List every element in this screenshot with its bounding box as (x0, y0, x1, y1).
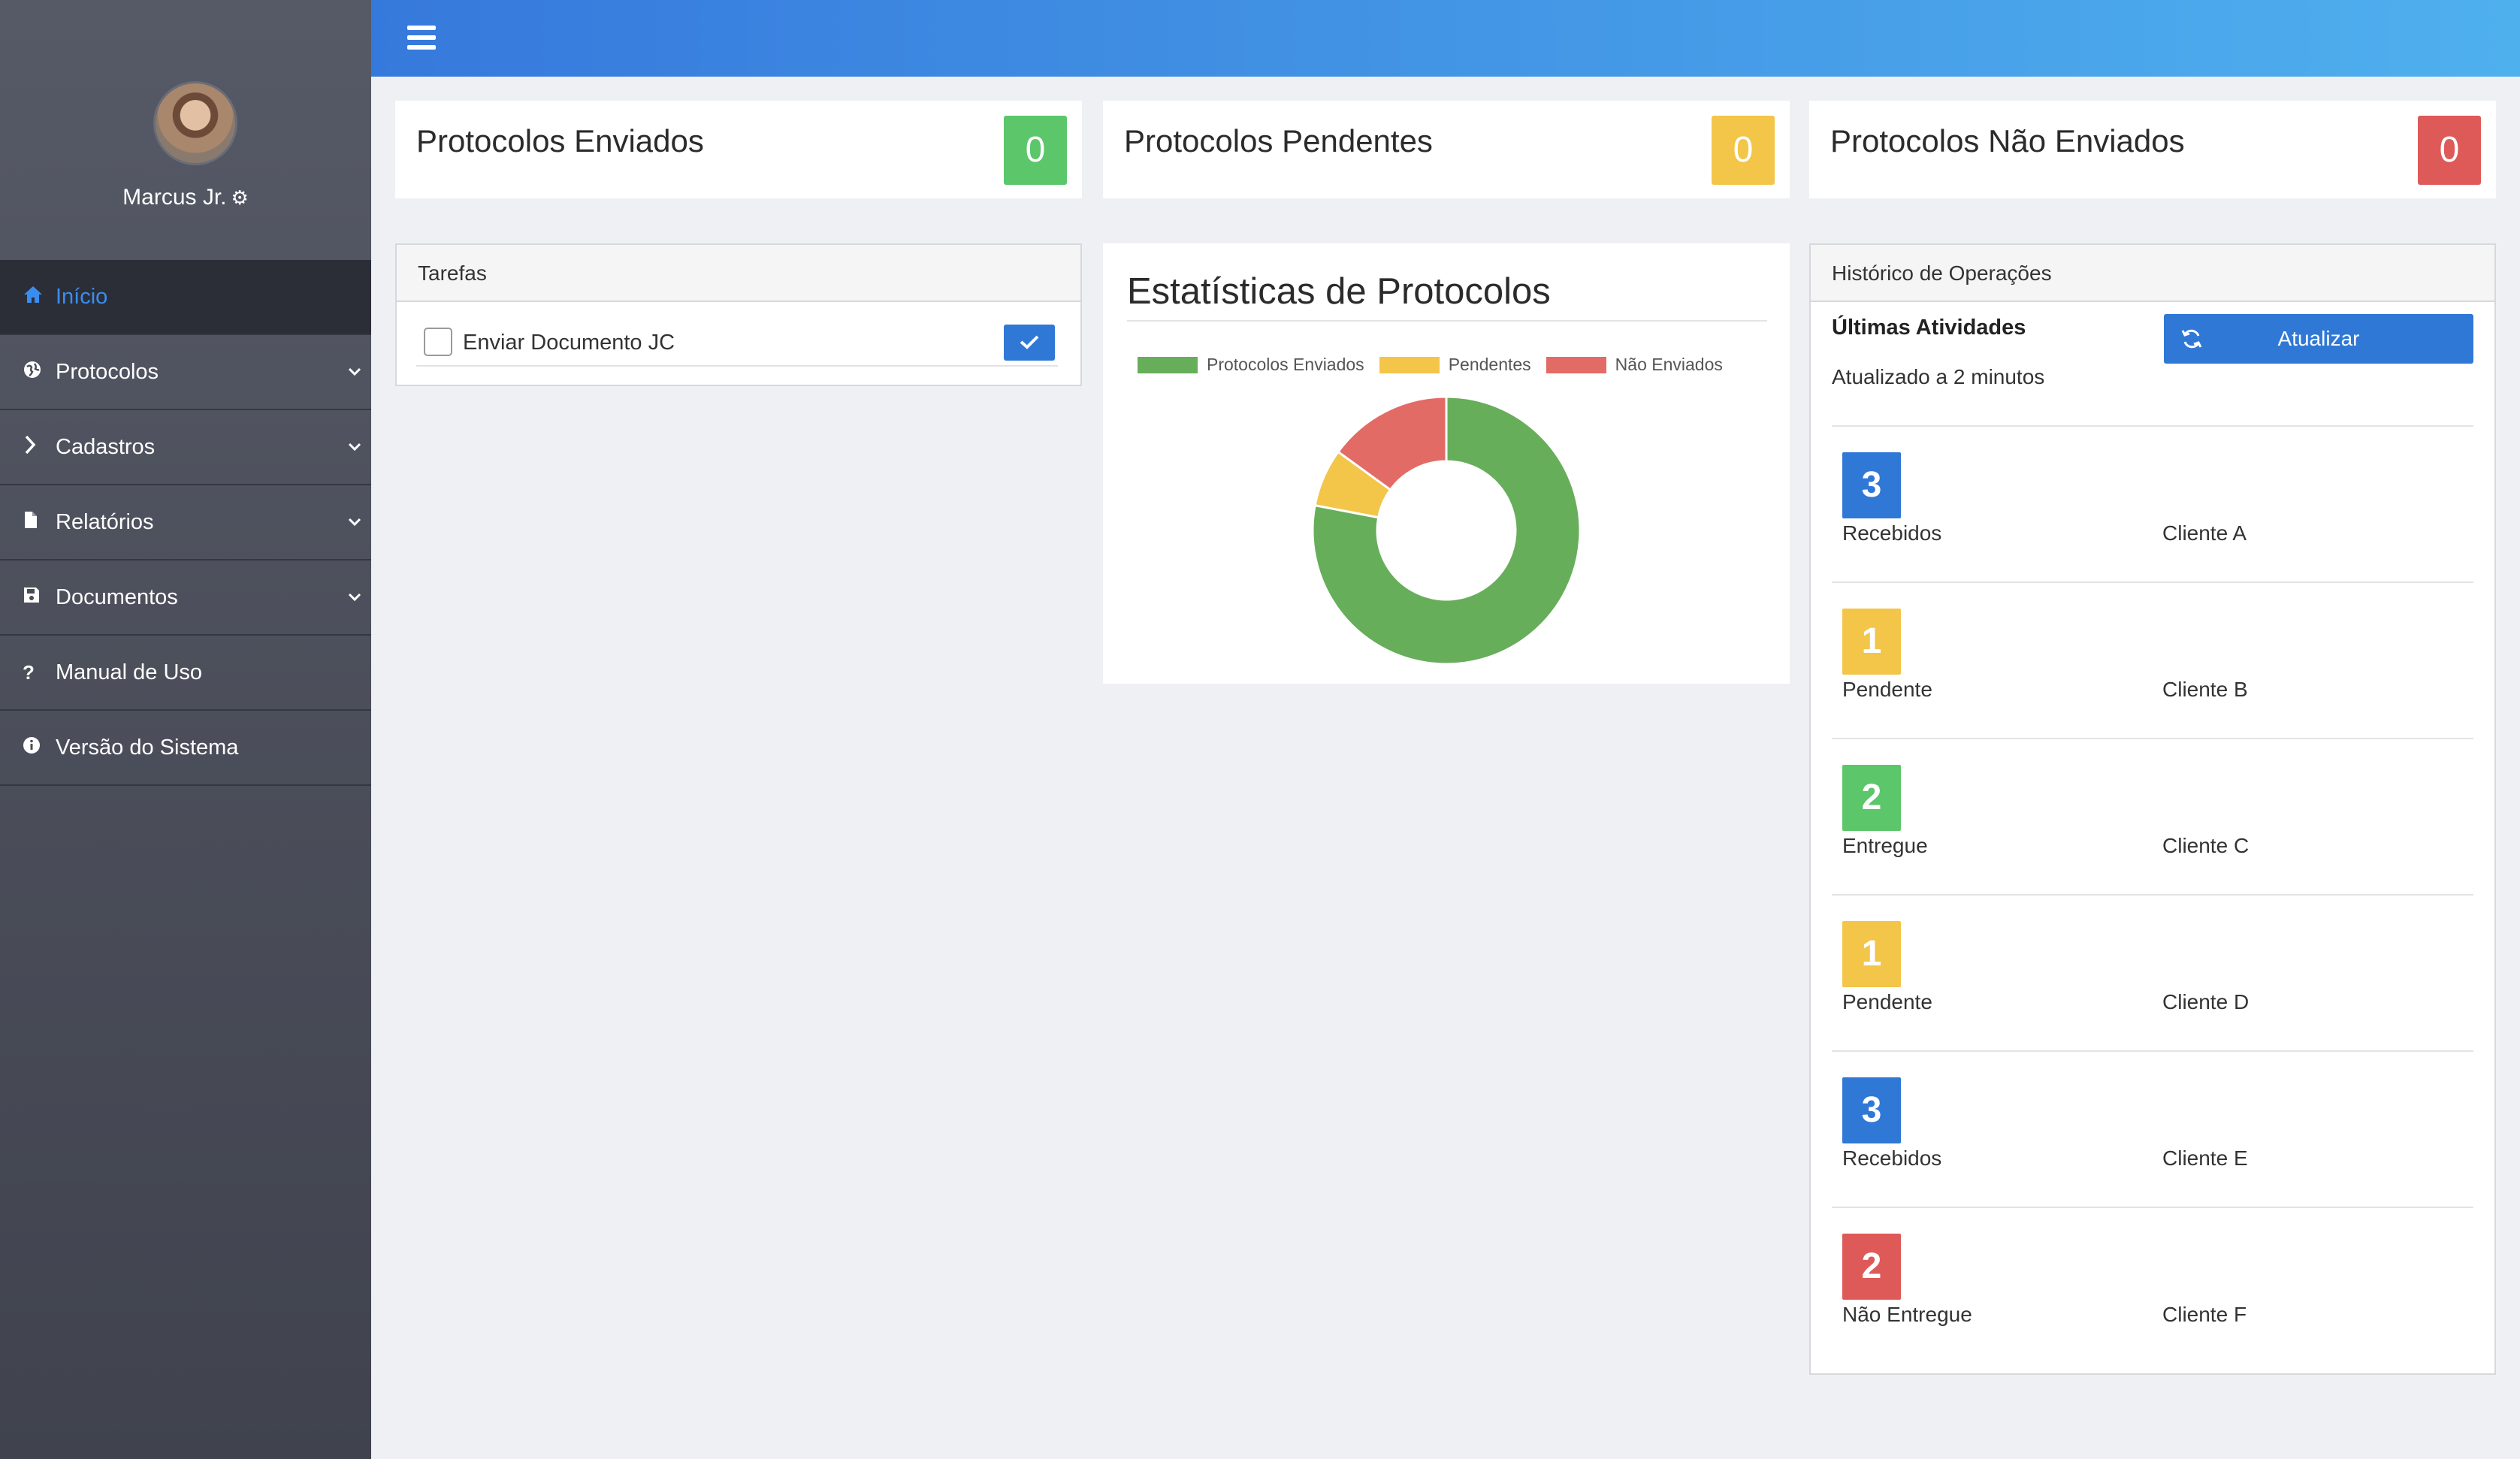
status-label: Não Entregue (1842, 1303, 1972, 1326)
stat-count-badge: 0 (1712, 116, 1775, 185)
chart-title: Estatísticas de Protocolos (1127, 271, 1551, 312)
donut-chart (1311, 395, 1582, 666)
user-name-area[interactable]: Marcus Jr. ⚙ (0, 185, 371, 210)
stat-card-nao-enviados: Protocolos Não Enviados 0 (1809, 101, 2496, 198)
home-icon (23, 285, 56, 310)
stat-card-enviados: Protocolos Enviados 0 (395, 101, 1082, 198)
file-icon (23, 510, 56, 535)
legend-label: Pendentes (1448, 355, 1531, 374)
sidebar-item-versao[interactable]: Versão do Sistema (0, 711, 371, 786)
save-icon (23, 586, 56, 609)
list-item: 2 Entregue Cliente C (1832, 738, 2473, 894)
client-label: Cliente F (2162, 1303, 2247, 1326)
stat-count-badge: 0 (2418, 116, 2481, 185)
profile-section: Marcus Jr. ⚙ (0, 0, 371, 260)
panel-title: Tarefas (397, 245, 1080, 302)
sidebar: Marcus Jr.⚙ Início Protocolos Cadastros (0, 0, 371, 1459)
chart-panel: Estatísticas de Protocolos Protocolos En… (1103, 243, 1790, 684)
status-label: Entregue (1842, 834, 1928, 857)
stat-label: Protocolos Pendentes (1124, 123, 1433, 159)
task-complete-button[interactable] (1004, 325, 1055, 361)
panel-title: Histórico de Operações (1811, 245, 2494, 302)
history-updated-text: Atualizado a 2 minutos (1832, 365, 2045, 388)
legend-swatch (1546, 356, 1606, 373)
top-bar (371, 0, 2520, 77)
sidebar-item-inicio[interactable]: Início (0, 260, 371, 335)
client-label: Cliente B (2162, 678, 2248, 701)
divider (1127, 320, 1767, 322)
list-item: 3 Recebidos Cliente A (1832, 425, 2473, 581)
sidebar-item-label: Protocolos (56, 359, 159, 384)
legend-item[interactable]: Não Enviados (1546, 355, 1723, 375)
sidebar-item-label: Manual de Uso (56, 660, 203, 684)
sidebar-item-relatorios[interactable]: Relatórios (0, 485, 371, 560)
chevron-down-icon (347, 592, 362, 603)
refresh-button-label: Atualizar (2277, 327, 2360, 350)
gear-icon[interactable]: ⚙ (231, 186, 249, 209)
chevron-down-icon (347, 517, 362, 527)
chevron-down-icon (347, 442, 362, 452)
sidebar-item-label: Relatórios (56, 509, 154, 534)
check-icon (1020, 335, 1039, 349)
sidebar-item-label: Versão do Sistema (56, 735, 239, 760)
stat-label: Protocolos Não Enviados (1830, 123, 2185, 159)
legend-item[interactable]: Pendentes (1379, 355, 1531, 375)
info-icon (23, 736, 56, 760)
chevron-down-icon (347, 367, 362, 377)
user-name: Marcus Jr. (122, 185, 227, 210)
legend-label: Não Enviados (1615, 355, 1723, 374)
sidebar-item-manual[interactable]: ? Manual de Uso (0, 636, 371, 711)
list-item: 1 Pendente Cliente B (1832, 581, 2473, 738)
history-subtitle: Últimas Atividades (1832, 316, 2026, 340)
chart-legend: Protocolos Enviados Pendentes Não Enviados (1138, 355, 1738, 375)
task-label: Enviar Documento JC (463, 331, 675, 355)
client-label: Cliente C (2162, 834, 2250, 857)
list-item: 2 Não Entregue Cliente F (1832, 1207, 2473, 1363)
question-icon: ? (23, 660, 35, 684)
client-label: Cliente E (2162, 1146, 2248, 1170)
globe-icon (23, 360, 56, 385)
sidebar-item-label: Cadastros (56, 434, 156, 459)
count-badge: 2 (1842, 1234, 1901, 1300)
client-label: Cliente D (2162, 990, 2250, 1013)
list-item: 3 Recebidos Cliente E (1832, 1050, 2473, 1207)
legend-swatch (1138, 356, 1198, 373)
list-item: 1 Pendente Cliente D (1832, 894, 2473, 1050)
stat-label: Protocolos Enviados (416, 123, 704, 159)
count-badge: 2 (1842, 765, 1901, 831)
count-badge: 3 (1842, 452, 1901, 518)
status-label: Pendente (1842, 990, 1932, 1013)
sidebar-item-protocolos[interactable]: Protocolos (0, 335, 371, 410)
client-label: Cliente A (2162, 521, 2247, 545)
tasks-panel: Tarefas Enviar Documento JC (395, 243, 1082, 386)
status-label: Recebidos (1842, 521, 1942, 545)
avatar[interactable] (153, 81, 237, 165)
sidebar-item-documentos[interactable]: Documentos (0, 560, 371, 636)
menu-toggle-icon[interactable] (407, 26, 436, 50)
sidebar-item-label: Início (56, 284, 108, 309)
stat-card-pendentes: Protocolos Pendentes 0 (1103, 101, 1790, 198)
chevron-right-icon (23, 434, 56, 461)
sidebar-nav: Início Protocolos Cadastros Relatórios D… (0, 260, 371, 786)
sidebar-item-label: Documentos (56, 585, 178, 609)
status-label: Pendente (1842, 678, 1932, 701)
count-badge: 1 (1842, 609, 1901, 675)
legend-label: Protocolos Enviados (1207, 355, 1364, 374)
count-badge: 1 (1842, 921, 1901, 987)
legend-item[interactable]: Protocolos Enviados (1138, 355, 1364, 375)
refresh-button[interactable]: Atualizar (2164, 314, 2473, 364)
history-panel: Histórico de Operações Últimas Atividade… (1809, 243, 2496, 1375)
sidebar-item-cadastros[interactable]: Cadastros (0, 410, 371, 485)
status-label: Recebidos (1842, 1146, 1942, 1170)
stat-count-badge: 0 (1004, 116, 1067, 185)
count-badge: 3 (1842, 1077, 1901, 1143)
legend-swatch (1379, 356, 1440, 373)
task-checkbox[interactable] (424, 328, 452, 356)
